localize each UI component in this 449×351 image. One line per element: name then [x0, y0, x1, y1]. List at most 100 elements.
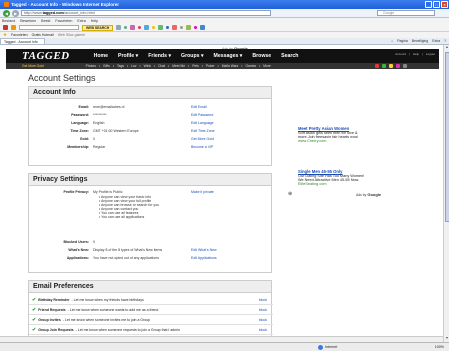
privacy-settings-panel: Privacy Settings Profile Privacy: My Pro… — [28, 173, 272, 273]
people-icon[interactable] — [375, 64, 379, 68]
logout-link[interactable]: Logout — [426, 52, 435, 56]
ads-by-google-2: Ads by Google — [356, 192, 382, 197]
safety-menu[interactable]: Beveiliging — [412, 39, 428, 43]
nav-home[interactable]: Home — [94, 53, 108, 59]
subnav-mafiawars[interactable]: Mafia Wars — [222, 64, 239, 68]
addon-icon[interactable] — [3, 25, 8, 30]
subnav-meetme[interactable]: Meet Me — [172, 64, 185, 68]
block-link[interactable]: block — [259, 298, 267, 302]
toolbar-icon[interactable] — [152, 26, 156, 29]
menu-item-file[interactable]: Bestand — [2, 19, 15, 23]
edit-whats-new-link[interactable]: Edit What's New — [191, 248, 217, 252]
nav-browse[interactable]: Browse — [252, 53, 271, 59]
tagged-logo[interactable]: TAGGED — [22, 50, 70, 62]
url-input[interactable]: http://www. tagged.com/account_info.html — [21, 10, 271, 16]
home-icon[interactable]: ⌂ — [391, 39, 393, 43]
fav-item-webslice[interactable]: Web Slice-galerie — [58, 33, 85, 37]
back-button[interactable]: ◀ — [3, 9, 10, 17]
edit-language-link[interactable]: Edit Language — [191, 121, 214, 125]
nav-search[interactable]: Search — [281, 53, 298, 59]
status-bar: Internet 100% — [0, 342, 449, 351]
nav-messages[interactable]: Messages ▾ — [214, 53, 243, 59]
nav-friends[interactable]: Friends ▾ — [148, 53, 171, 59]
table-row: ✔ Group Invites - Let me know when someo… — [29, 315, 273, 325]
tools-menu[interactable]: Extra — [432, 39, 440, 43]
account-info-panel: Account Info Email: rene@emailadres.nl E… — [28, 86, 272, 166]
subnav-tags[interactable]: Tags — [117, 64, 124, 68]
ad-choices-icon[interactable]: ⊕ — [288, 191, 292, 197]
menu-item-view[interactable]: Beeld — [41, 19, 50, 23]
menu-item-help[interactable]: Help — [91, 19, 98, 23]
menu-item-tools[interactable]: Extra — [77, 19, 85, 23]
get-more-gold-button[interactable]: Get More Gold — [191, 137, 214, 141]
toolbar-icon[interactable] — [130, 25, 136, 30]
minimize-button[interactable]: _ — [425, 1, 432, 8]
nav-profile[interactable]: Profile ▾ — [118, 53, 138, 59]
table-row: ✔ Group Join Requests - Let me know when… — [29, 325, 273, 335]
toolbar: WEB SEARCH — [0, 24, 449, 32]
zoom-level[interactable]: 100% — [435, 345, 444, 349]
edit-applications-link[interactable]: Edit Applications — [191, 256, 217, 260]
subnav-photos[interactable]: Photos — [86, 64, 96, 68]
toolbar-icon[interactable] — [124, 26, 128, 29]
search-icon[interactable] — [403, 64, 407, 68]
toolbar-search-input[interactable] — [19, 25, 79, 30]
page-title: Account Settings — [28, 73, 96, 83]
block-link[interactable]: block — [259, 328, 267, 332]
subnav-more[interactable]: More — [263, 64, 271, 68]
toolbar-icon[interactable] — [186, 25, 192, 30]
become-vip-link[interactable]: Become a VIP — [191, 145, 213, 149]
addon-icon[interactable] — [11, 25, 16, 30]
web-search-button[interactable]: WEB SEARCH — [82, 24, 114, 31]
get-more-gold-link[interactable]: Get More Gold — [22, 64, 44, 68]
toolbar-icon[interactable] — [200, 25, 206, 30]
toolbar-icon[interactable] — [144, 25, 150, 30]
subnav-wink[interactable]: Wink — [144, 64, 151, 68]
subnav-pets[interactable]: Pets — [192, 64, 199, 68]
edit-email-link[interactable]: Edit Email — [191, 105, 207, 109]
help-icon[interactable]: ? — [444, 39, 446, 43]
close-button[interactable]: × — [441, 1, 448, 8]
scrollbar-thumb[interactable] — [444, 52, 449, 222]
toolbar-icon[interactable] — [138, 26, 142, 29]
subnav-chat[interactable]: Chat — [158, 64, 165, 68]
vertical-scrollbar[interactable]: ▲ ▼ — [443, 45, 449, 342]
alert-icon[interactable] — [396, 64, 400, 68]
toolbar-icon[interactable] — [166, 26, 170, 29]
tab-tagged-account-info[interactable]: Tagged - Account Info — [0, 38, 45, 44]
block-link[interactable]: block — [259, 308, 267, 312]
block-link[interactable]: block — [259, 318, 267, 322]
subnav-poker[interactable]: Poker — [206, 64, 215, 68]
chat-icon[interactable] — [382, 64, 386, 68]
toolbar-icon[interactable] — [116, 25, 122, 30]
privacy-bullet-list: Anyone can view your basic info Anyone c… — [99, 195, 159, 219]
ad-single-men[interactable]: Single Men 45-55 Only Our Dating Site Ha… — [298, 169, 408, 186]
subnav-games[interactable]: Games — [245, 64, 256, 68]
ad-asian-women[interactable]: Meet Pretty Asian Women Soft asian girls… — [298, 126, 408, 143]
toolbar-icon[interactable] — [194, 26, 198, 29]
subnav-gifts[interactable]: Gifts — [103, 64, 110, 68]
edit-password-link[interactable]: Edit Password — [191, 113, 213, 117]
scroll-up-icon[interactable]: ▲ — [444, 45, 449, 51]
ie-icon — [4, 2, 9, 7]
mail-icon[interactable] — [389, 64, 393, 68]
help-link[interactable]: Help — [413, 52, 419, 56]
nav-groups[interactable]: Groups ▾ — [181, 53, 204, 59]
fav-item-hotmail[interactable]: Gratis Hotmail — [32, 33, 54, 37]
subnav-luv[interactable]: Luv — [131, 64, 136, 68]
edit-timezone-link[interactable]: Edit Time Zone — [191, 129, 215, 133]
account-link[interactable]: Account — [395, 52, 406, 56]
toolbar-icon[interactable] — [158, 25, 164, 30]
search-input[interactable]: Google — [377, 10, 435, 16]
menu-item-favorites[interactable]: Favorieten — [55, 19, 72, 23]
forward-button[interactable]: ▶ — [12, 9, 19, 17]
toolbar-icon[interactable] — [180, 26, 184, 29]
menu-item-edit[interactable]: Bewerken — [20, 19, 36, 23]
page-menu[interactable]: Pagina — [397, 39, 408, 43]
maximize-button[interactable]: □ — [433, 1, 440, 8]
make-private-link[interactable]: Make it private — [191, 190, 214, 194]
table-row: ✔ Birthday Reminder - Let me know when m… — [29, 295, 273, 305]
favorites-button[interactable]: Favorieten — [11, 33, 28, 37]
toolbar-icon[interactable] — [172, 25, 178, 30]
site-header: TAGGED Home Profile ▾ Friends ▾ Groups ▾… — [6, 49, 439, 63]
